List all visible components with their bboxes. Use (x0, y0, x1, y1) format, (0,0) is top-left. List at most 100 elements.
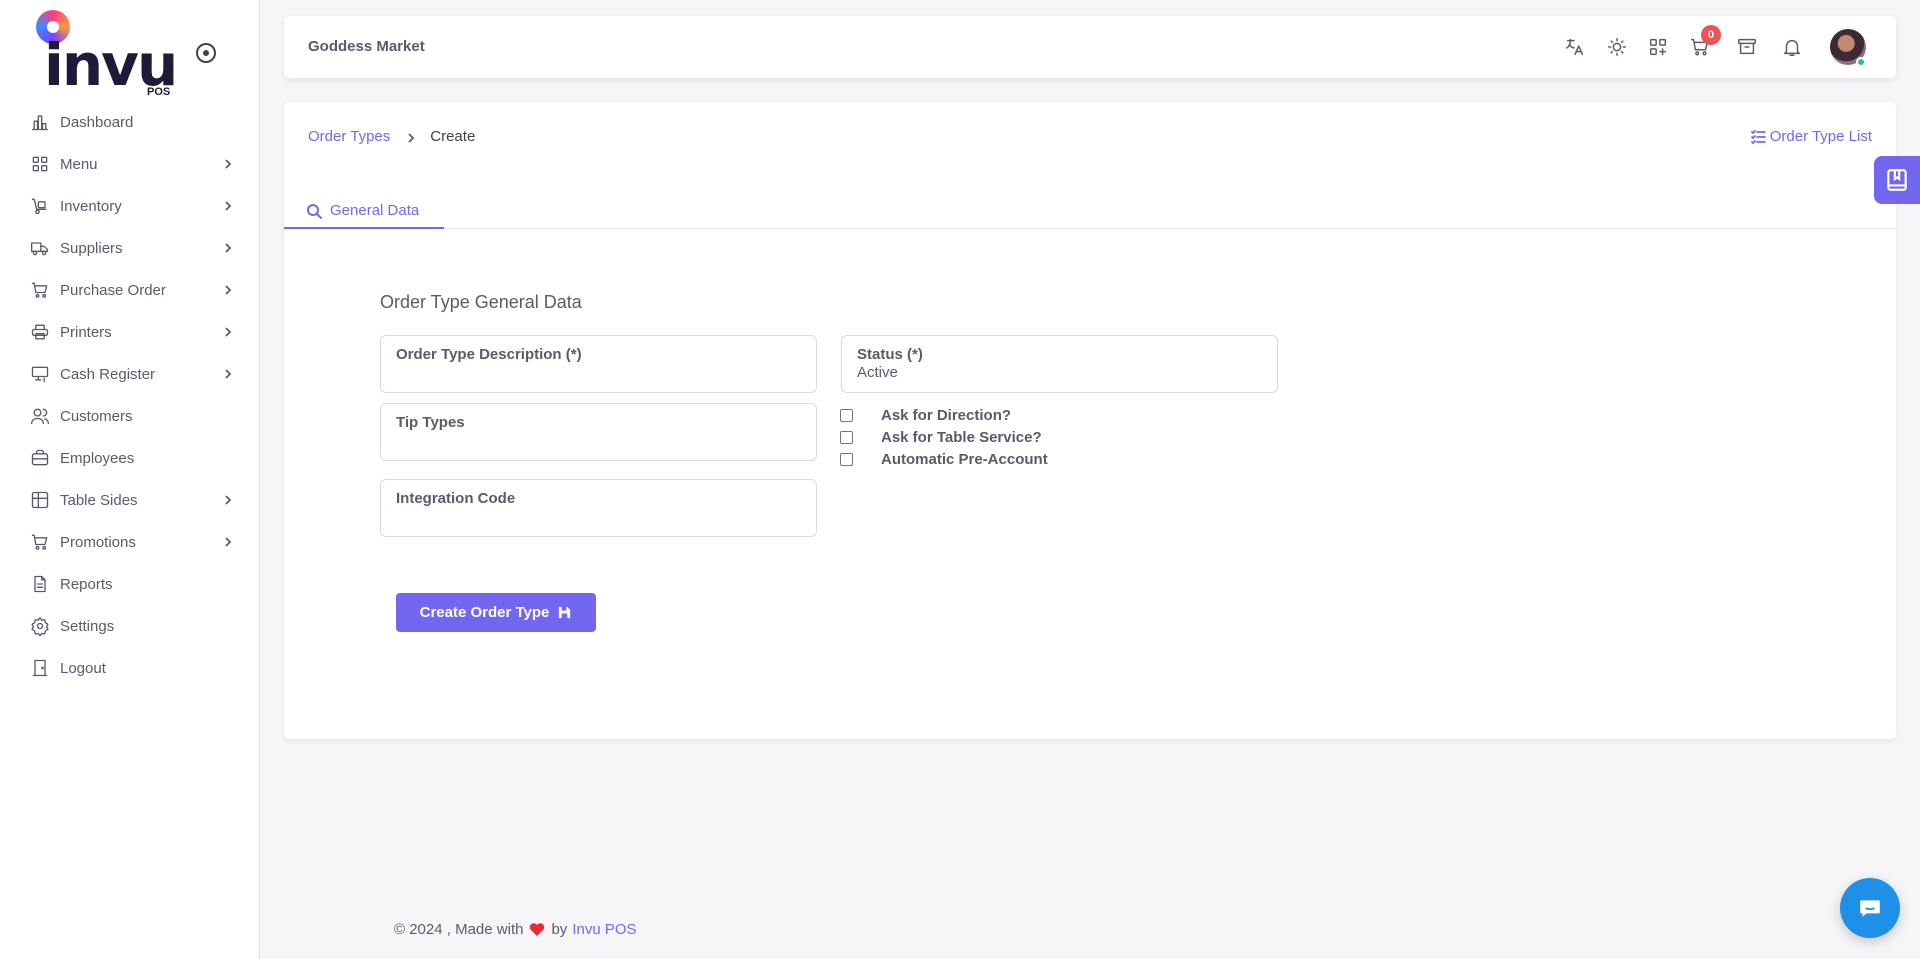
printer-icon (30, 322, 50, 342)
sidebar-item-label: Cash Register (60, 365, 156, 383)
sidebar-item-cash-register[interactable]: Cash Register (0, 353, 260, 395)
sidebar: invu POS Dashboard Menu Inventory Suppli… (0, 0, 260, 959)
truck-icon (30, 238, 50, 258)
sidebar-item-inventory[interactable]: Inventory (0, 185, 260, 227)
checkbox-label: Ask for Table Service? (881, 428, 1042, 446)
sidebar-item-customers[interactable]: Customers (0, 395, 260, 437)
integration-code-label: Integration Code (396, 490, 516, 507)
create-order-type-label: Create Order Type (419, 604, 550, 621)
order-type-list-link[interactable]: Order Type List (1750, 128, 1872, 145)
checkbox-label: Ask for Direction? (881, 406, 1012, 424)
order-type-form-card: Order Types Create Order Type List Gener… (284, 102, 1896, 739)
order-type-description-field[interactable]: Order Type Description (*) (380, 335, 817, 393)
sidebar-item-label: Promotions (60, 533, 136, 551)
footer: © 2024 , Made with by Invu POS (394, 921, 637, 938)
tab-general-data[interactable]: General Data (284, 194, 444, 229)
cart-icon (30, 532, 50, 552)
sidebar-item-label: Reports (60, 575, 113, 593)
sidebar-item-label: Inventory (60, 197, 122, 215)
heart-icon (529, 922, 545, 937)
shop-name: Goddess Market (308, 38, 425, 55)
order-type-description-label: Order Type Description (*) (396, 346, 582, 363)
online-status-indicator (1856, 57, 1866, 67)
footer-invu-link[interactable]: Invu POS (572, 921, 636, 938)
tab-label: General Data (330, 202, 420, 219)
sidebar-item-label: Purchase Order (60, 281, 166, 299)
sidebar-item-employees[interactable]: Employees (0, 437, 260, 479)
logo-subtext: POS (147, 86, 171, 98)
archive-icon[interactable] (1734, 34, 1760, 60)
sidebar-item-label: Logout (60, 659, 106, 677)
sidebar-collapse-icon[interactable] (196, 43, 216, 63)
ask-for-table-service-checkbox[interactable]: Ask for Table Service? (840, 427, 1042, 447)
ask-for-direction-checkbox[interactable]: Ask for Direction? (840, 405, 1011, 425)
sidebar-item-label: Settings (60, 617, 115, 635)
breadcrumb: Order Types Create (308, 128, 475, 145)
sidebar-item-promotions[interactable]: Promotions (0, 521, 260, 563)
checkbox-box[interactable] (840, 408, 853, 422)
briefcase-icon (30, 448, 50, 468)
dolly-icon (30, 196, 50, 216)
users-icon (30, 406, 50, 426)
status-label: Status (*) (857, 346, 923, 363)
search-icon (307, 203, 322, 219)
list-check-icon (1750, 129, 1766, 144)
apps-icon[interactable] (1645, 34, 1671, 60)
chat-button[interactable] (1840, 878, 1900, 938)
checkbox-label: Automatic Pre-Account (881, 450, 1048, 468)
bookmark-side-tab[interactable] (1874, 156, 1920, 204)
sidebar-nav: Dashboard Menu Inventory Suppliers Purch… (0, 101, 260, 689)
chevron-right-icon (222, 493, 234, 505)
sun-icon[interactable] (1604, 34, 1630, 60)
checkbox-box[interactable] (840, 430, 853, 444)
sidebar-item-table-sides[interactable]: Table Sides (0, 479, 260, 521)
table-icon (30, 490, 50, 510)
integration-code-input[interactable] (396, 509, 801, 526)
tip-types-field[interactable]: Tip Types (380, 403, 817, 461)
chevron-right-icon (222, 535, 234, 547)
footer-text: © 2024 , Made with (394, 921, 524, 938)
order-type-list-label: Order Type List (1769, 128, 1872, 145)
sidebar-item-label: Table Sides (60, 491, 138, 509)
sidebar-item-label: Menu (60, 155, 98, 173)
chevron-right-icon (406, 131, 416, 143)
tip-types-label: Tip Types (396, 414, 465, 431)
breadcrumb-current: Create (430, 128, 476, 145)
tip-types-input[interactable] (396, 433, 801, 450)
chevron-right-icon (222, 367, 234, 379)
sidebar-item-printers[interactable]: Printers (0, 311, 260, 353)
cart-icon (30, 280, 50, 300)
bell-icon[interactable] (1779, 34, 1805, 60)
status-select[interactable]: Status (*) Active (841, 335, 1278, 393)
status-value: Active (857, 364, 898, 381)
file-icon (30, 574, 50, 594)
automatic-pre-account-checkbox[interactable]: Automatic Pre-Account (840, 449, 1048, 469)
checkbox-box[interactable] (840, 452, 853, 466)
order-type-description-input[interactable] (396, 365, 801, 382)
book-icon (1887, 169, 1907, 191)
sidebar-item-label: Printers (60, 323, 112, 341)
sidebar-item-dashboard[interactable]: Dashboard (0, 101, 260, 143)
breadcrumb-order-types-link[interactable]: Order Types (308, 128, 390, 145)
integration-code-field[interactable]: Integration Code (380, 479, 817, 537)
tab-bar: General Data (284, 194, 1896, 229)
invu-logo[interactable]: invu POS (34, 10, 184, 100)
create-order-type-button[interactable]: Create Order Type (396, 593, 596, 632)
chevron-right-icon (222, 199, 234, 211)
chat-icon (1860, 900, 1880, 917)
sidebar-item-purchase-order[interactable]: Purchase Order (0, 269, 260, 311)
cart-count-badge: 0 (1701, 25, 1721, 45)
register-icon (30, 364, 50, 384)
sidebar-item-label: Employees (60, 449, 135, 467)
translate-icon[interactable] (1562, 34, 1588, 60)
top-navbar: Goddess Market 0 (284, 16, 1896, 78)
sidebar-item-settings[interactable]: Settings (0, 605, 260, 647)
sidebar-item-reports[interactable]: Reports (0, 563, 260, 605)
door-icon (30, 658, 50, 678)
sidebar-item-menu[interactable]: Menu (0, 143, 260, 185)
chevron-right-icon (222, 283, 234, 295)
sidebar-item-suppliers[interactable]: Suppliers (0, 227, 260, 269)
save-icon (559, 606, 571, 619)
sidebar-item-logout[interactable]: Logout (0, 647, 260, 689)
sidebar-item-label: Suppliers (60, 239, 123, 257)
